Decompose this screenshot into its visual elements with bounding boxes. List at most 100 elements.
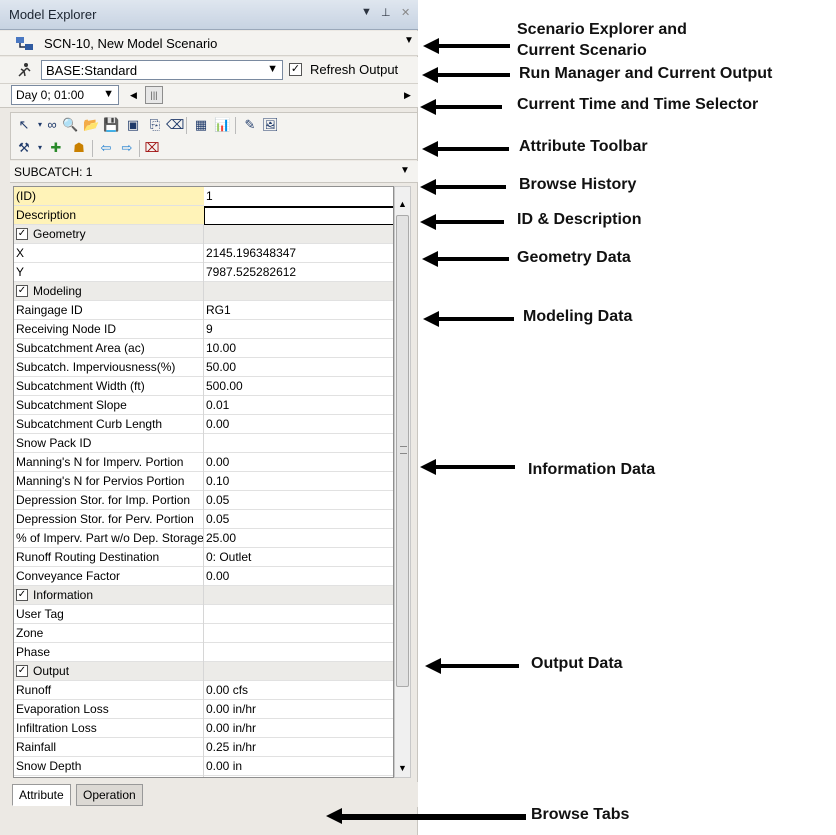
property-row[interactable]: User Tag bbox=[14, 605, 393, 624]
scroll-down-icon[interactable]: ▼ bbox=[398, 763, 407, 773]
pointer-icon[interactable]: ↖ bbox=[16, 117, 32, 133]
property-value[interactable]: 0.10 bbox=[206, 474, 229, 488]
property-row[interactable]: Raingage ID RG1 bbox=[14, 301, 393, 320]
property-value[interactable]: 2145.196348347 bbox=[206, 246, 296, 260]
scenario-dropdown-icon[interactable]: ▼ bbox=[404, 35, 414, 46]
person-icon[interactable]: ☗ bbox=[71, 140, 87, 156]
category-checkbox[interactable]: ✓ bbox=[16, 589, 28, 601]
browse-history-select[interactable]: SUBCATCH: 1 ▼ bbox=[10, 161, 418, 183]
category-modeling[interactable]: ✓ Modeling bbox=[14, 282, 393, 301]
property-row[interactable]: Subcatchment Curb Length 0.00 bbox=[14, 415, 393, 434]
property-row[interactable]: Zone bbox=[14, 624, 393, 643]
scrollbar-thumb[interactable] bbox=[396, 215, 409, 687]
tab-attribute[interactable]: Attribute bbox=[12, 784, 71, 806]
close-icon[interactable]: ✕ bbox=[401, 6, 410, 19]
category-geometry[interactable]: ✓ Geometry bbox=[14, 225, 393, 244]
property-value[interactable]: 7987.525282612 bbox=[206, 265, 296, 279]
copy-attribute-icon[interactable]: ⎘ bbox=[147, 117, 163, 133]
property-row[interactable]: TSS0.00 mg/l bbox=[14, 776, 393, 777]
add-node-icon[interactable]: ✚ bbox=[48, 140, 64, 156]
arrow-left-icon[interactable]: ⇦ bbox=[98, 140, 114, 156]
scenario-explorer-bar[interactable]: SCN-10, New Model Scenario ▼ bbox=[0, 31, 418, 56]
id-value-cell[interactable] bbox=[204, 187, 393, 206]
current-output-select[interactable]: BASE:Standard ▼ bbox=[41, 60, 283, 80]
property-value[interactable]: 0.00 bbox=[206, 569, 229, 583]
property-value[interactable]: 50.00 bbox=[206, 360, 236, 374]
property-value[interactable]: 25.00 bbox=[206, 531, 236, 545]
grid-scrollbar[interactable]: ▲ ▼ bbox=[394, 186, 411, 778]
arrow-left-icon bbox=[422, 141, 509, 157]
image-icon[interactable]: 🖼 bbox=[262, 117, 279, 133]
time-left-arrow-icon[interactable]: ◀ bbox=[130, 90, 137, 101]
current-time-select[interactable]: Day 0; 01:00 ▼ bbox=[11, 85, 119, 105]
property-row[interactable]: Rainfall 0.25 in/hr bbox=[14, 738, 393, 757]
description-row[interactable]: Description bbox=[14, 206, 393, 225]
property-row[interactable]: Phase bbox=[14, 643, 393, 662]
tab-operation[interactable]: Operation bbox=[76, 784, 143, 806]
property-row[interactable]: X 2145.196348347 bbox=[14, 244, 393, 263]
property-value[interactable]: 0.00 cfs bbox=[206, 683, 248, 697]
pin-icon[interactable]: ⊥ bbox=[381, 6, 391, 19]
property-name: Subcatchment Width (ft) bbox=[16, 379, 145, 393]
zoom-icon[interactable]: 🔍 bbox=[62, 117, 78, 133]
property-value[interactable]: 0.00 in/hr bbox=[206, 721, 256, 735]
property-row[interactable]: Subcatch. Imperviousness(%) 50.00 bbox=[14, 358, 393, 377]
property-value[interactable]: 0.00 bbox=[206, 455, 229, 469]
dropdown-icon[interactable]: ▼ bbox=[361, 6, 372, 18]
property-value[interactable]: 0.00 in/hr bbox=[206, 702, 256, 716]
property-row[interactable]: Subcatchment Slope 0.01 bbox=[14, 396, 393, 415]
property-row[interactable]: Subcatchment Area (ac) 10.00 bbox=[14, 339, 393, 358]
property-value[interactable]: 0.01 bbox=[206, 398, 229, 412]
save-as-icon[interactable]: ▣ bbox=[125, 117, 141, 133]
eraser-icon[interactable]: ⌫ bbox=[166, 117, 184, 133]
property-row[interactable]: % of Imperv. Part w/o Dep. Storage 25.00 bbox=[14, 529, 393, 548]
property-value[interactable]: 0.25 in/hr bbox=[206, 740, 256, 754]
property-row[interactable]: Conveyance Factor 0.00 bbox=[14, 567, 393, 586]
property-value[interactable]: 10.00 bbox=[206, 341, 236, 355]
open-folder-icon[interactable]: 📂 bbox=[83, 117, 99, 133]
property-row[interactable]: Manning's N for Pervios Portion 0.10 bbox=[14, 472, 393, 491]
property-row[interactable]: Infiltration Loss 0.00 in/hr bbox=[14, 719, 393, 738]
property-row[interactable]: Evaporation Loss 0.00 in/hr bbox=[14, 700, 393, 719]
property-row[interactable]: Runoff 0.00 cfs bbox=[14, 681, 393, 700]
id-row[interactable]: (ID) 1 bbox=[14, 187, 393, 206]
refresh-output-checkbox[interactable]: ✓ bbox=[289, 63, 302, 76]
property-value[interactable]: 0.05 bbox=[206, 512, 229, 526]
category-checkbox[interactable]: ✓ bbox=[16, 228, 28, 240]
category-checkbox[interactable]: ✓ bbox=[16, 665, 28, 677]
property-value[interactable]: 0.00 in bbox=[206, 759, 242, 773]
property-row[interactable]: Subcatchment Width (ft) 500.00 bbox=[14, 377, 393, 396]
link-icon[interactable]: ∞ bbox=[44, 117, 60, 133]
scroll-up-icon[interactable]: ▲ bbox=[398, 199, 407, 209]
property-value[interactable]: 9 bbox=[206, 322, 213, 336]
property-row[interactable]: Depression Stor. for Imp. Portion 0.05 bbox=[14, 491, 393, 510]
time-right-arrow-icon[interactable]: ▶ bbox=[404, 90, 411, 101]
description-input[interactable] bbox=[204, 206, 393, 225]
property-row[interactable]: Receiving Node ID 9 bbox=[14, 320, 393, 339]
property-row[interactable]: Runoff Routing Destination 0: Outlet bbox=[14, 548, 393, 567]
time-slider-thumb[interactable]: ||| bbox=[145, 86, 163, 104]
id-value: 1 bbox=[206, 189, 213, 203]
run-manager-icon[interactable] bbox=[15, 62, 33, 78]
property-row[interactable]: Manning's N for Imperv. Portion 0.00 bbox=[14, 453, 393, 472]
arrow-right-icon[interactable]: ⇨ bbox=[119, 140, 135, 156]
save-icon[interactable]: 💾 bbox=[103, 117, 119, 133]
wand-icon[interactable]: ✎ bbox=[242, 117, 258, 133]
property-row[interactable]: Depression Stor. for Perv. Portion 0.05 bbox=[14, 510, 393, 529]
hammer-dropdown-icon[interactable]: ▾ bbox=[32, 140, 48, 156]
property-value[interactable]: 0.05 bbox=[206, 493, 229, 507]
property-value[interactable]: 500.00 bbox=[206, 379, 243, 393]
category-information[interactable]: ✓ Information bbox=[14, 586, 393, 605]
property-value[interactable]: 0: Outlet bbox=[206, 550, 251, 564]
property-row[interactable]: Snow Depth 0.00 in bbox=[14, 757, 393, 776]
table-icon[interactable]: ▦ bbox=[193, 117, 209, 133]
category-output[interactable]: ✓ Output bbox=[14, 662, 393, 681]
property-value[interactable]: RG1 bbox=[206, 303, 231, 317]
category-checkbox[interactable]: ✓ bbox=[16, 285, 28, 297]
property-row[interactable]: Snow Pack ID bbox=[14, 434, 393, 453]
delete-icon[interactable]: ⌧ bbox=[144, 140, 160, 156]
property-row[interactable]: Y 7987.525282612 bbox=[14, 263, 393, 282]
hammer-icon[interactable]: ⚒ bbox=[16, 140, 32, 156]
graph-icon[interactable]: 📊 bbox=[214, 117, 230, 133]
property-value[interactable]: 0.00 bbox=[206, 417, 229, 431]
